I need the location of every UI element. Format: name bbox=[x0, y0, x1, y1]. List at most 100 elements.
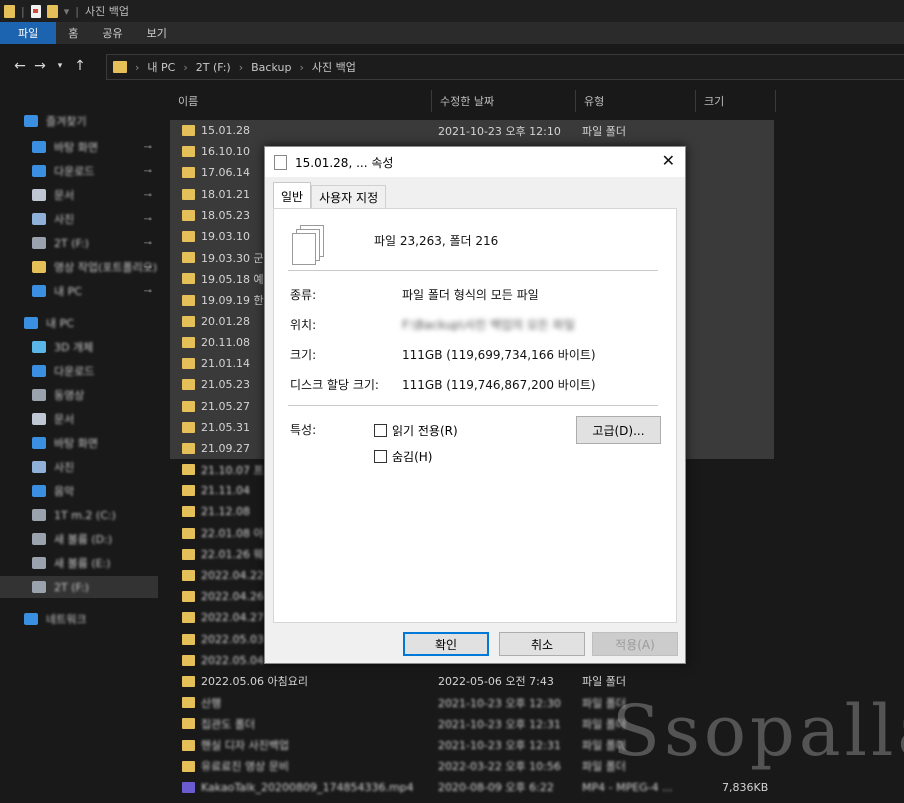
nav-item[interactable]: 2T (F:) bbox=[0, 576, 158, 598]
apply-button[interactable]: 적용(A) bbox=[592, 632, 678, 656]
folder-icon bbox=[182, 760, 195, 772]
file-row[interactable]: KakaoTalk_20200809_174854336.mp4 2020-08-… bbox=[170, 777, 774, 798]
folder-icon bbox=[182, 697, 195, 709]
pc-icon bbox=[24, 317, 38, 329]
nav-item[interactable]: 내 PC ⊸ bbox=[0, 280, 158, 302]
pin-icon[interactable]: ⊸ bbox=[144, 190, 152, 201]
column-header-type[interactable]: 유형 bbox=[576, 90, 696, 112]
folder-icon bbox=[32, 261, 46, 273]
nav-item[interactable]: 바탕 화면 bbox=[0, 432, 158, 454]
nav-item[interactable]: 영상 작업(포트폴리오) ⊸ bbox=[0, 256, 158, 278]
folder-icon bbox=[182, 506, 195, 518]
navigation-pane: 즐겨찾기 바탕 화면 ⊸ 다운로드 ⊸ 문서 ⊸ 사진 ⊸ 2T (F:) ⊸ 영상 작업(포트폴리오… bbox=[0, 88, 158, 803]
nav-item-label: 다운로드 bbox=[54, 165, 95, 178]
chevron-right-icon: › bbox=[299, 60, 304, 74]
tab-share[interactable]: 공유 bbox=[90, 22, 134, 44]
hidden-label: 숨김(H) bbox=[392, 450, 433, 464]
close-icon[interactable]: ✕ bbox=[662, 151, 675, 170]
document-icon bbox=[32, 189, 46, 201]
file-row[interactable]: 2022.05.06 아침요리 2022-05-06 오전 7:43 파일 폴더 bbox=[170, 671, 774, 692]
nav-item[interactable]: 문서 bbox=[0, 408, 158, 430]
tab-file[interactable]: 파일 bbox=[0, 22, 57, 44]
ok-button[interactable]: 확인 bbox=[403, 632, 489, 656]
nav-item[interactable]: 새 볼륨 (E:) bbox=[0, 552, 158, 574]
properties-icon[interactable] bbox=[30, 4, 41, 18]
new-folder-icon[interactable] bbox=[46, 4, 58, 18]
tab-customize[interactable]: 사용자 지정 bbox=[311, 185, 387, 208]
folder-icon bbox=[182, 464, 195, 476]
nav-item[interactable]: 다운로드 ⊸ bbox=[0, 160, 158, 182]
dialog-tabs: 일반 사용자 지정 bbox=[273, 182, 387, 210]
pin-icon[interactable]: ⊸ bbox=[144, 214, 152, 225]
nav-item[interactable]: 네트워크 bbox=[0, 608, 158, 630]
title-bar: | ▾ | 사진 백업 bbox=[0, 0, 904, 22]
readonly-label: 읽기 전용(R) bbox=[392, 424, 458, 438]
checkbox-box[interactable] bbox=[374, 424, 387, 437]
pin-icon[interactable]: ⊸ bbox=[144, 238, 152, 249]
file-type: MP4 - MPEG-4 ... bbox=[582, 780, 673, 794]
advanced-button[interactable]: 고급(D)... bbox=[576, 416, 661, 444]
pin-icon[interactable]: ⊸ bbox=[144, 286, 152, 297]
cancel-button[interactable]: 취소 bbox=[499, 632, 585, 656]
readonly-checkbox[interactable]: 읽기 전용(R) bbox=[374, 422, 458, 439]
folder-icon bbox=[182, 146, 195, 158]
nav-item[interactable]: 내 PC bbox=[0, 312, 158, 334]
up-arrow-icon[interactable]: ↑ bbox=[70, 58, 90, 74]
address-bar[interactable]: › 내 PC › 2T (F:) › Backup › 사진 백업 bbox=[106, 54, 904, 80]
folder-icon bbox=[113, 61, 127, 73]
nav-item[interactable]: 1T m.2 (C:) bbox=[0, 504, 158, 526]
breadcrumb-item[interactable]: 내 PC bbox=[147, 59, 175, 75]
nav-item[interactable]: 2T (F:) ⊸ bbox=[0, 232, 158, 254]
nav-item[interactable]: 사진 bbox=[0, 456, 158, 478]
multiple-files-icon bbox=[290, 225, 324, 267]
folder-icon bbox=[182, 442, 195, 454]
breadcrumb-item[interactable]: Backup bbox=[251, 61, 291, 74]
nav-item[interactable]: 사진 ⊸ bbox=[0, 208, 158, 230]
breadcrumb-item[interactable]: 사진 백업 bbox=[312, 59, 356, 75]
separator: | bbox=[75, 4, 79, 18]
nav-item[interactable]: 음악 bbox=[0, 480, 158, 502]
folder-icon bbox=[182, 252, 195, 264]
folder-icon bbox=[182, 548, 195, 560]
nav-item[interactable]: 문서 ⊸ bbox=[0, 184, 158, 206]
file-name: 2022.05.06 아침요리 bbox=[201, 675, 308, 689]
tab-home[interactable]: 홈 bbox=[56, 22, 90, 44]
nav-item[interactable]: 3D 개체 bbox=[0, 336, 158, 358]
checkbox-box[interactable] bbox=[374, 450, 387, 463]
chevron-down-icon[interactable]: ▾ bbox=[64, 5, 70, 18]
breadcrumb-item[interactable]: 2T (F:) bbox=[196, 61, 231, 74]
tab-view[interactable]: 보기 bbox=[135, 22, 179, 44]
attributes-label: 특성: bbox=[290, 423, 317, 437]
column-header-name[interactable]: 이름 bbox=[170, 90, 432, 112]
pin-icon[interactable]: ⊸ bbox=[144, 166, 152, 177]
separator: | bbox=[21, 4, 25, 18]
nav-item[interactable]: 즐겨찾기 bbox=[0, 110, 158, 132]
folder-icon bbox=[182, 739, 195, 751]
nav-item[interactable]: 새 볼륨 (D:) bbox=[0, 528, 158, 550]
nav-item-label: 문서 bbox=[54, 413, 75, 426]
disk-size-label: 디스크 할당 크기: bbox=[290, 378, 379, 392]
forward-arrow-icon[interactable]: → bbox=[30, 58, 50, 74]
file-date: 2022-05-06 오전 7:43 bbox=[438, 675, 554, 689]
dialog-title-bar[interactable]: 15.01.28, ... 속성 ✕ bbox=[265, 147, 685, 177]
file-name: 산행 bbox=[201, 696, 222, 710]
pictures-icon bbox=[32, 461, 46, 473]
column-header-size[interactable]: 크기 bbox=[696, 90, 776, 112]
pin-icon[interactable]: ⊸ bbox=[144, 142, 152, 153]
tab-general[interactable]: 일반 bbox=[273, 182, 312, 210]
chevron-down-icon[interactable]: ▾ bbox=[50, 61, 70, 71]
nav-item[interactable]: 동영상 bbox=[0, 384, 158, 406]
network-icon bbox=[24, 613, 38, 625]
hidden-checkbox[interactable]: 숨김(H) bbox=[374, 448, 432, 465]
address-row: ← → ▾ ↑ › 내 PC › 2T (F:) › Backup › 사진 백… bbox=[0, 44, 904, 88]
chevron-right-icon: › bbox=[135, 60, 140, 74]
file-row[interactable]: 15.01.28 2021-10-23 오후 12:10 파일 폴더 bbox=[170, 120, 774, 142]
nav-item-label: 새 볼륨 (D:) bbox=[54, 533, 113, 546]
dialog-title: 15.01.28, ... 속성 bbox=[295, 155, 394, 170]
back-arrow-icon[interactable]: ← bbox=[10, 58, 30, 74]
pin-icon[interactable]: ⊸ bbox=[144, 262, 152, 273]
nav-item[interactable]: 바탕 화면 ⊸ bbox=[0, 136, 158, 158]
nav-item[interactable]: 다운로드 bbox=[0, 360, 158, 382]
file-name: 집관도 폴더 bbox=[201, 717, 256, 731]
column-header-date[interactable]: 수정한 날짜 bbox=[432, 90, 576, 112]
